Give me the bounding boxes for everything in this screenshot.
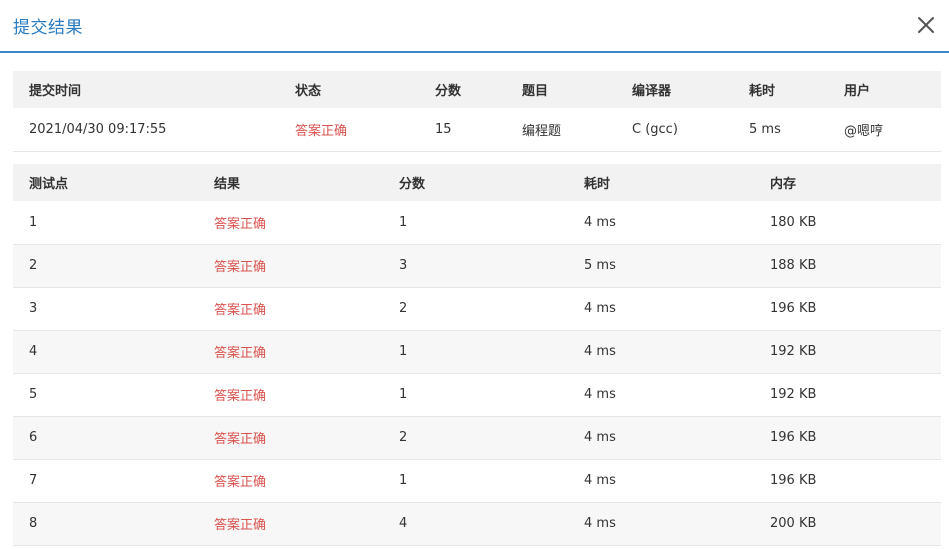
case-result: 答案正确 (198, 373, 383, 417)
header-user: 用户 (828, 71, 941, 108)
test-point: 1 (13, 201, 198, 245)
header-result: 结果 (198, 164, 383, 201)
case-result: 答案正确 (198, 244, 383, 288)
case-time: 4 ms (568, 459, 754, 503)
case-score: 2 (383, 416, 568, 460)
header-problem: 题目 (506, 71, 616, 108)
case-score: 3 (383, 244, 568, 288)
case-time: 4 ms (568, 502, 754, 546)
case-time: 4 ms (568, 201, 754, 245)
case-time: 4 ms (568, 330, 754, 374)
table-row: 4 答案正确 1 4 ms 192 KB (13, 330, 941, 374)
summary-row: 2021/04/30 09:17:55 答案正确 15 编程题 C (gcc) … (13, 108, 941, 152)
case-result: 答案正确 (198, 459, 383, 503)
table-row: 2 答案正确 3 5 ms 188 KB (13, 244, 941, 288)
header-case-score: 分数 (383, 164, 568, 201)
test-point: 7 (13, 459, 198, 503)
submit-time: 2021/04/30 09:17:55 (13, 108, 279, 152)
submission-summary-table: 提交时间 状态 分数 题目 编译器 耗时 用户 2021/04/30 09:17… (13, 71, 941, 152)
table-row: 6 答案正确 2 4 ms 196 KB (13, 416, 941, 460)
case-result: 答案正确 (198, 416, 383, 460)
submission-result-dialog: 提交结果 提交时间 状态 分数 题目 编译器 耗时 用户 2021/04/30 … (0, 0, 949, 549)
total-score: 15 (419, 108, 506, 152)
test-point: 6 (13, 416, 198, 460)
case-time: 4 ms (568, 373, 754, 417)
case-score: 1 (383, 330, 568, 374)
case-memory: 196 KB (754, 459, 941, 503)
header-memory: 内存 (754, 164, 941, 201)
close-icon (918, 17, 934, 33)
table-row: 8 答案正确 4 4 ms 200 KB (13, 502, 941, 546)
case-memory: 188 KB (754, 244, 941, 288)
case-score: 2 (383, 287, 568, 331)
case-time: 4 ms (568, 287, 754, 331)
case-result: 答案正确 (198, 287, 383, 331)
header-test-point: 测试点 (13, 164, 198, 201)
header-compiler: 编译器 (616, 71, 733, 108)
compiler: C (gcc) (616, 108, 733, 152)
case-result: 答案正确 (198, 502, 383, 546)
case-memory: 192 KB (754, 373, 941, 417)
case-memory: 196 KB (754, 287, 941, 331)
header-score: 分数 (419, 71, 506, 108)
test-point: 8 (13, 502, 198, 546)
case-score: 1 (383, 201, 568, 245)
dialog-title: 提交结果 (13, 18, 83, 38)
table-row: 1 答案正确 1 4 ms 180 KB (13, 201, 941, 245)
test-point: 5 (13, 373, 198, 417)
status-badge: 答案正确 (279, 108, 419, 152)
test-point: 4 (13, 330, 198, 374)
test-point: 3 (13, 287, 198, 331)
problem-link[interactable]: 编程题 (506, 108, 616, 152)
case-time: 5 ms (568, 244, 754, 288)
table-row: 5 答案正确 1 4 ms 192 KB (13, 373, 941, 417)
case-result: 答案正确 (198, 330, 383, 374)
dialog-header: 提交结果 (0, 0, 949, 53)
case-memory: 192 KB (754, 330, 941, 374)
header-time-cost: 耗时 (733, 71, 828, 108)
header-status: 状态 (279, 71, 419, 108)
test-point: 2 (13, 244, 198, 288)
case-score: 1 (383, 373, 568, 417)
header-submit-time: 提交时间 (13, 71, 279, 108)
case-memory: 180 KB (754, 201, 941, 245)
time-cost: 5 ms (733, 108, 828, 152)
table-row: 7 答案正确 1 4 ms 196 KB (13, 459, 941, 503)
close-button[interactable] (913, 12, 939, 38)
case-score: 4 (383, 502, 568, 546)
user-link[interactable]: @嗯哼 (828, 108, 941, 152)
header-case-time: 耗时 (568, 164, 754, 201)
case-score: 1 (383, 459, 568, 503)
cases-header-row: 测试点 结果 分数 耗时 内存 (13, 164, 941, 201)
case-memory: 200 KB (754, 502, 941, 546)
test-cases-table: 测试点 结果 分数 耗时 内存 1 答案正确 1 4 ms 180 KB 2 答… (13, 164, 941, 546)
summary-header-row: 提交时间 状态 分数 题目 编译器 耗时 用户 (13, 71, 941, 108)
case-memory: 196 KB (754, 416, 941, 460)
table-row: 3 答案正确 2 4 ms 196 KB (13, 287, 941, 331)
case-time: 4 ms (568, 416, 754, 460)
case-result: 答案正确 (198, 201, 383, 245)
